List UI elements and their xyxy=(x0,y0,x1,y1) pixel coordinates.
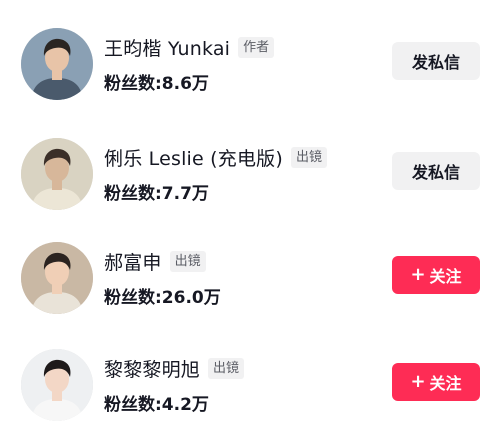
fans-count: 粉丝数:7.7万 xyxy=(104,184,209,204)
avatar-man-portrait[interactable] xyxy=(21,349,93,421)
button-label: 发私信 xyxy=(411,53,460,72)
button-label: 关注 xyxy=(429,374,462,393)
avatar-child-vintage[interactable] xyxy=(21,138,93,210)
user-name[interactable]: 俐乐 Leslie (充电版) xyxy=(104,144,283,171)
avatar-man-outdoor[interactable] xyxy=(21,28,93,100)
name-line: 俐乐 Leslie (充电版) 出镜 xyxy=(104,144,328,171)
role-badge: 出镜 xyxy=(208,358,245,379)
user-name[interactable]: 王昀楷 Yunkai xyxy=(104,34,230,61)
fans-count: 粉丝数:8.6万 xyxy=(104,74,209,94)
user-row[interactable]: 俐乐 Leslie (充电版) 出镜粉丝数:7.7万 发私信 xyxy=(0,134,500,224)
user-row[interactable]: 黎黎黎明旭 出镜粉丝数:4.2万 + 关注 xyxy=(0,345,500,435)
user-row[interactable]: 郝富申 出镜粉丝数:26.0万 + 关注 xyxy=(0,238,500,328)
name-line: 王昀楷 Yunkai 作者 xyxy=(104,34,275,61)
fans-count: 粉丝数:4.2万 xyxy=(104,395,209,415)
plus-icon: + xyxy=(410,371,426,392)
button-label: 关注 xyxy=(429,267,462,286)
plus-icon: + xyxy=(410,264,426,285)
button-label: 发私信 xyxy=(411,163,460,182)
follow-button[interactable]: + 关注 xyxy=(392,363,480,401)
role-badge: 出镜 xyxy=(169,251,206,272)
user-name[interactable]: 郝富申 xyxy=(104,248,162,275)
fans-count: 粉丝数:26.0万 xyxy=(104,288,221,308)
send-message-button[interactable]: 发私信 xyxy=(392,42,480,80)
name-line: 黎黎黎明旭 出镜 xyxy=(104,355,245,382)
follow-button[interactable]: + 关注 xyxy=(392,256,480,294)
name-line: 郝富申 出镜 xyxy=(104,248,206,275)
role-badge: 出镜 xyxy=(291,147,328,168)
user-row[interactable]: 王昀楷 Yunkai 作者粉丝数:8.6万 发私信 xyxy=(0,24,500,114)
role-badge: 作者 xyxy=(238,37,275,58)
send-message-button[interactable]: 发私信 xyxy=(392,152,480,190)
avatar-man-smile[interactable] xyxy=(21,242,93,314)
user-name[interactable]: 黎黎黎明旭 xyxy=(104,355,200,382)
